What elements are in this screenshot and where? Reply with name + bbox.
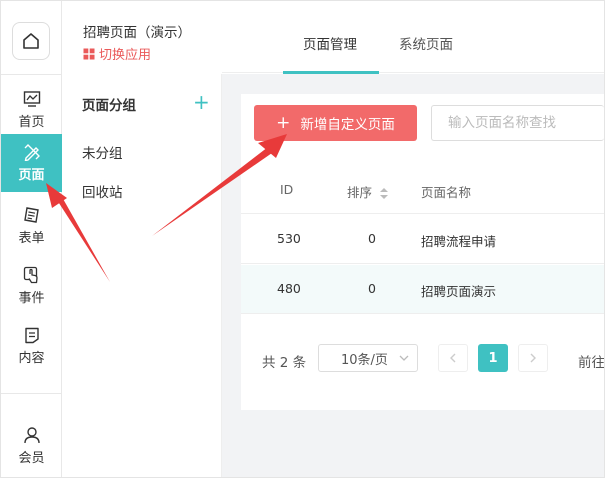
rail-item-label: 内容 <box>18 351 45 366</box>
cell-page-name: 招聘流程申请 <box>421 234 497 249</box>
add-custom-page-label: 新增自定义页面 <box>300 117 395 133</box>
rail-item-member[interactable]: 会员 <box>1 417 62 475</box>
chevron-left-icon <box>450 353 456 363</box>
monitor-icon <box>23 91 40 107</box>
rail-divider <box>1 393 62 394</box>
cell-order: 0 <box>368 231 376 246</box>
plus-icon: + <box>276 112 291 133</box>
column-header-id: ID <box>280 182 294 197</box>
add-group-button[interactable]: + <box>193 90 210 114</box>
chevron-down-icon <box>399 355 409 361</box>
rail-divider <box>1 74 62 75</box>
column-header-page-name: 页面名称 <box>421 185 472 200</box>
pencil-ruler-icon <box>24 144 40 161</box>
column-header-order-label: 排序 <box>347 185 373 200</box>
cell-order: 0 <box>368 281 376 296</box>
table-header: ID 排序 页面名称 <box>241 166 604 214</box>
group-item-ungrouped[interactable]: 未分组 <box>82 142 123 162</box>
rail-item-home[interactable]: 首页 <box>1 81 62 139</box>
page-list-card: + 新增自定义页面 ID 排序 页面名称 530 0 招聘流程申请 480 0 … <box>241 94 604 410</box>
page-size-select[interactable]: 10条/页 <box>318 344 418 372</box>
rail-item-label: 首页 <box>18 115 45 130</box>
cell-page-name: 招聘页面演示 <box>421 284 497 299</box>
rail-item-label: 表单 <box>18 231 45 246</box>
user-icon <box>23 427 40 444</box>
sort-icon[interactable] <box>380 188 388 199</box>
goto-page-label: 前往 <box>578 355 604 371</box>
page-group-panel: 页面分组 + 未分组 回收站 <box>63 74 222 477</box>
rail-item-label: 事件 <box>18 291 45 306</box>
tab-system-pages[interactable]: 系统页面 <box>399 33 453 53</box>
page-size-value: 10条/页 <box>341 352 388 368</box>
form-icon <box>23 207 39 223</box>
hand-pointer-icon <box>23 266 38 284</box>
switch-app-label: 切换应用 <box>99 48 152 63</box>
chevron-right-icon <box>530 353 536 363</box>
prev-page-button[interactable] <box>438 344 468 372</box>
column-header-order[interactable]: 排序 <box>347 182 388 201</box>
switch-app-link[interactable]: 切换应用 <box>83 44 151 63</box>
next-page-button[interactable] <box>518 344 548 372</box>
top-tab-bar: 页面管理 系统页面 <box>222 1 604 74</box>
document-icon <box>24 327 39 344</box>
app-title: 招聘页面（演示） <box>83 25 191 41</box>
page-number-current[interactable]: 1 <box>478 344 508 372</box>
cell-id: 530 <box>277 231 301 246</box>
page-name-search-input[interactable] <box>431 105 604 141</box>
add-custom-page-button[interactable]: + 新增自定义页面 <box>254 105 417 141</box>
group-panel-title: 页面分组 <box>82 98 136 114</box>
pagination: 共 2 条 10条/页 1 前往 <box>241 344 604 374</box>
total-count: 共 2 条 <box>262 355 307 371</box>
rail-item-form[interactable]: 表单 <box>1 197 62 255</box>
cell-id: 480 <box>277 281 301 296</box>
table-row[interactable]: 530 0 招聘流程申请 <box>241 215 604 264</box>
home-button[interactable] <box>12 22 50 60</box>
rail-item-content[interactable]: 内容 <box>1 317 62 375</box>
left-rail: 首页 页面 表单 事件 内容 会员 <box>1 1 62 477</box>
table-row[interactable]: 480 0 招聘页面演示 <box>241 265 604 314</box>
rail-item-event[interactable]: 事件 <box>1 257 62 315</box>
rail-item-label: 会员 <box>18 451 45 466</box>
rail-item-label: 页面 <box>18 168 45 183</box>
tab-page-management[interactable]: 页面管理 <box>303 33 357 53</box>
group-item-recycle-bin[interactable]: 回收站 <box>82 181 123 201</box>
rail-item-page[interactable]: 页面 <box>1 134 62 192</box>
grid-icon <box>83 48 95 59</box>
home-icon <box>23 33 39 49</box>
app-header: 招聘页面（演示） 切换应用 <box>63 1 222 73</box>
main-content: + 新增自定义页面 ID 排序 页面名称 530 0 招聘流程申请 480 0 … <box>222 74 604 477</box>
